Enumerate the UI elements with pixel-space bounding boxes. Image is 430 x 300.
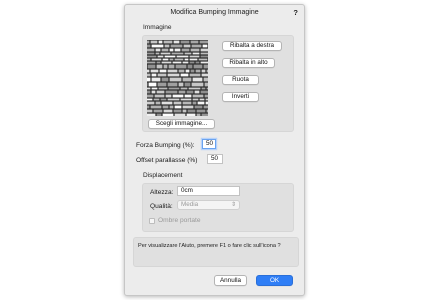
help-area: Per visualizzare l'Aiuto, premere F1 o f…: [133, 237, 299, 267]
bump-texture-preview: [147, 40, 208, 116]
rotate-button[interactable]: Ruota: [222, 75, 259, 85]
parallax-offset-label: Offset parallasse (%): [136, 157, 198, 164]
bump-strength-label: Forza Bumping (%):: [136, 142, 195, 149]
flip-up-button[interactable]: Ribalta in alto: [222, 58, 275, 68]
stone-wall-texture: [147, 40, 208, 116]
height-label: Altezza:: [150, 189, 174, 196]
title-bar: Modifica Bumping Immagine ?: [125, 5, 304, 20]
parallax-offset-input[interactable]: 50: [207, 154, 223, 164]
image-group-label: Immagine: [143, 24, 172, 31]
choose-image-button[interactable]: Scegli immagine...: [148, 119, 215, 129]
invert-button[interactable]: Inverti: [222, 92, 259, 102]
bump-strength-input[interactable]: 50: [202, 139, 216, 149]
displacement-group-label: Displacement: [143, 172, 183, 179]
cast-shadows-checkbox[interactable]: [149, 218, 155, 224]
modifica-bumping-dialog: Modifica Bumping Immagine ? Immagine Rib…: [124, 4, 305, 296]
quality-select[interactable]: Media ⇕: [177, 200, 240, 210]
question-mark-icon[interactable]: ?: [293, 8, 298, 17]
ok-button[interactable]: OK: [256, 275, 293, 286]
quality-label: Qualità:: [150, 203, 173, 210]
flip-right-button[interactable]: Ribalta a destra: [222, 41, 282, 51]
chevron-updown-icon: ⇕: [230, 202, 236, 208]
dialog-title: Modifica Bumping Immagine: [170, 9, 259, 16]
quality-select-value: Media: [181, 201, 199, 208]
cast-shadows-label: Ombre portate: [158, 217, 201, 224]
cancel-button[interactable]: Annulla: [214, 275, 247, 286]
height-input[interactable]: 0cm: [177, 186, 240, 196]
help-text: Per visualizzare l'Aiuto, premere F1 o f…: [138, 243, 281, 249]
